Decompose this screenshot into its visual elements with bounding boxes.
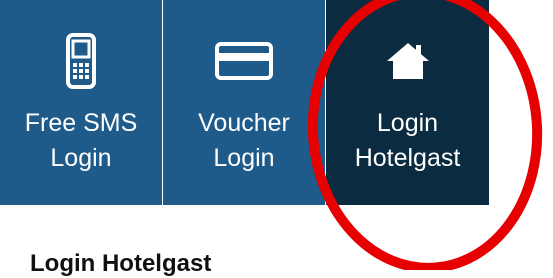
hotelgast-login-tile[interactable]: Login Hotelgast [326,0,489,205]
label-line: Login [213,144,275,172]
credit-card-icon [163,30,325,92]
label-line: Free SMS [24,109,138,137]
label-line: Login [50,144,112,172]
login-options: Free SMS Login Voucher Login Login Hotel… [0,0,490,205]
free-sms-login-tile[interactable]: Free SMS Login [0,0,163,205]
section-heading: Login Hotelgast [30,250,212,277]
label-line: Hotelgast [354,144,461,172]
label-line: Login [376,109,439,137]
label-line: Voucher [198,109,290,137]
house-icon [326,30,489,92]
mobile-phone-icon [0,30,162,92]
voucher-login-label: Voucher Login [163,106,325,176]
free-sms-login-label: Free SMS Login [0,106,162,176]
hotelgast-login-label: Login Hotelgast [326,106,489,176]
voucher-login-tile[interactable]: Voucher Login [163,0,326,205]
